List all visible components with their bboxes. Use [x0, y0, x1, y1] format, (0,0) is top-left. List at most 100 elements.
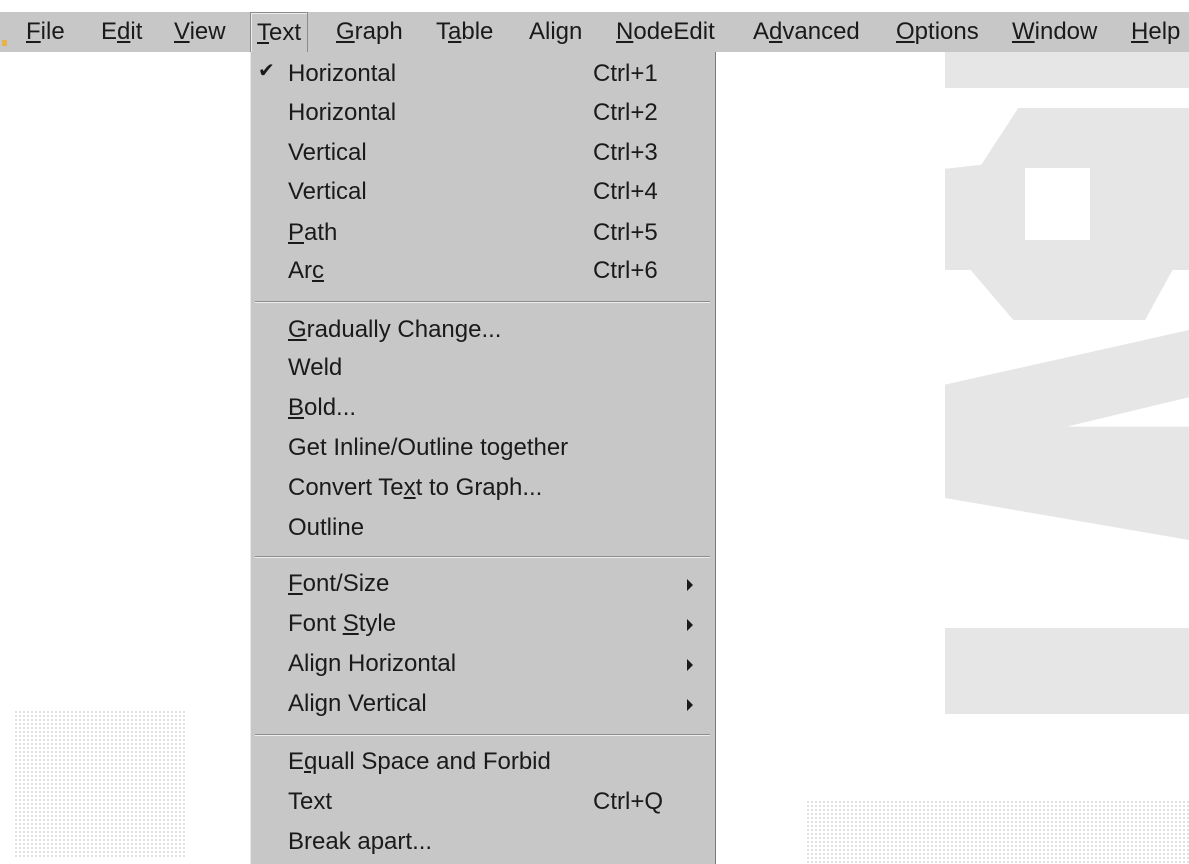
menu-item-label: Break apart...: [288, 828, 433, 855]
menu-align-label-post: n: [569, 18, 583, 45]
menu-table-label-pre: T: [436, 18, 448, 45]
menu-item-weld[interactable]: Weld: [251, 350, 715, 388]
menu-item-shortcut: Ctrl+2: [593, 99, 658, 126]
window-edge-accent: [2, 40, 7, 46]
menu-item-label: Horizontal: [288, 60, 397, 87]
decoration-shape-bar: [945, 628, 1189, 714]
menu-item-arc[interactable]: Arc Ctrl+6: [251, 253, 715, 291]
decoration-dots-right: [806, 800, 1189, 864]
menu-options[interactable]: Options: [890, 12, 985, 52]
menu-advanced-accelerator: d: [769, 18, 783, 45]
menu-item-text[interactable]: Text Ctrl+Q: [251, 784, 715, 822]
menu-item-label: Path: [288, 219, 338, 246]
menu-separator: [255, 734, 710, 736]
menu-table[interactable]: Table: [430, 12, 499, 52]
menu-item-shortcut: Ctrl+4: [593, 178, 658, 205]
menu-advanced[interactable]: Advanced: [747, 12, 866, 52]
menu-item-label: Bold...: [288, 394, 357, 421]
menu-item-shortcut: Ctrl+5: [593, 219, 658, 246]
menu-item-label: Convert Text to Graph...: [288, 474, 543, 501]
menu-file-accelerator: F: [26, 18, 41, 45]
menu-item-path[interactable]: Path Ctrl+5: [251, 215, 715, 253]
decoration-shape-top: [945, 52, 1189, 88]
menu-edit-accelerator: d: [117, 18, 131, 45]
menu-text-label-post: ext: [269, 19, 302, 46]
menu-item-label: Equall Space and Forbid: [288, 748, 551, 775]
menu-item-horizontal-1[interactable]: ✔ Horizontal Ctrl+1: [251, 56, 715, 94]
menu-item-shortcut: Ctrl+1: [593, 60, 658, 87]
menu-item-equal-space-forbid[interactable]: Equall Space and Forbid: [251, 744, 715, 782]
menu-item-label: Arc: [288, 257, 324, 284]
menu-table-label-post: ble: [461, 18, 494, 45]
menu-item-label: Font/Size: [288, 570, 390, 597]
menu-item-label: Text: [288, 788, 333, 815]
menu-bar: File Edit View Text Graph Table Align No…: [0, 12, 1189, 52]
menu-edit-label-pre: E: [101, 18, 118, 45]
menu-item-label: Vertical: [288, 139, 367, 166]
menu-item-break-apart[interactable]: Break apart...: [251, 824, 715, 862]
menu-align-accelerator: g: [555, 18, 570, 45]
menu-item-label: Weld: [288, 354, 343, 381]
submenu-arrow-icon: [687, 579, 693, 591]
menu-item-label: Gradually Change...: [288, 316, 502, 343]
menu-item-shortcut: Ctrl+6: [593, 257, 658, 284]
decoration-shape-s-lower: [945, 240, 1189, 320]
menu-options-label-post: ptions: [914, 18, 979, 45]
menu-advanced-label-post: vanced: [782, 18, 860, 45]
menu-table-accelerator: a: [448, 18, 462, 45]
menu-window[interactable]: Window: [1006, 12, 1103, 52]
menu-graph[interactable]: Graph: [330, 12, 409, 52]
menu-item-vertical-2[interactable]: Vertical Ctrl+4: [251, 174, 715, 212]
menu-help-accelerator: H: [1131, 18, 1149, 45]
menu-item-label: Align Horizontal: [288, 650, 457, 677]
menu-item-label: Get Inline/Outline together: [288, 434, 569, 461]
menu-edit-label-post: it: [130, 18, 143, 45]
menu-item-shortcut: Ctrl+3: [593, 139, 658, 166]
menu-view-accelerator: V: [174, 18, 190, 45]
menu-item-horizontal-2[interactable]: Horizontal Ctrl+2: [251, 95, 715, 133]
submenu-arrow-icon: [687, 619, 693, 631]
text-menu-dropdown: ✔ Horizontal Ctrl+1 Horizontal Ctrl+2 Ve…: [250, 52, 716, 864]
menu-window-label-post: indow: [1034, 18, 1098, 45]
menu-item-bold[interactable]: Bold...: [251, 390, 715, 428]
menu-nodeedit-label-post: odeEdit: [633, 18, 715, 45]
menu-text[interactable]: Text: [250, 12, 309, 52]
menu-item-shortcut: Ctrl+Q: [593, 788, 664, 815]
menu-item-label: Horizontal: [288, 99, 397, 126]
menu-item-align-horizontal[interactable]: Align Horizontal: [251, 646, 715, 684]
menu-file[interactable]: File: [20, 12, 71, 52]
menu-help[interactable]: Help: [1125, 12, 1186, 52]
menu-graph-accelerator: G: [336, 18, 355, 45]
decoration-dots-left: [14, 710, 186, 858]
menu-item-font-size[interactable]: Font/Size: [251, 566, 715, 604]
menu-item-gradually-change[interactable]: Gradually Change...: [251, 312, 715, 350]
menu-separator: [255, 556, 710, 558]
submenu-arrow-icon: [687, 699, 693, 711]
menu-view-label-post: iew: [189, 18, 226, 45]
menu-advanced-label-pre: A: [753, 18, 770, 45]
menu-item-align-vertical[interactable]: Align Vertical: [251, 686, 715, 724]
menu-item-convert-text-to-graph[interactable]: Convert Text to Graph...: [251, 470, 715, 508]
menu-align[interactable]: Align: [523, 12, 588, 52]
menu-item-label: Align Vertical: [288, 690, 427, 717]
menu-view[interactable]: View: [168, 12, 232, 52]
menu-edit[interactable]: Edit: [95, 12, 148, 52]
checkmark-icon: ✔: [258, 60, 275, 82]
menu-item-get-inline-outline[interactable]: Get Inline/Outline together: [251, 430, 715, 468]
menu-item-label: Font Style: [288, 610, 397, 637]
submenu-arrow-icon: [687, 659, 693, 671]
menu-item-label: Outline: [288, 514, 365, 541]
menu-item-font-style[interactable]: Font Style: [251, 606, 715, 644]
menu-window-accelerator: W: [1012, 18, 1035, 45]
menu-graph-label-post: raph: [354, 18, 403, 45]
menu-align-label-pre: Ali: [529, 18, 556, 45]
menu-text-accelerator: T: [257, 19, 269, 46]
menu-help-label-post: elp: [1148, 18, 1181, 45]
menu-options-accelerator: O: [896, 18, 915, 45]
menu-nodeedit-accelerator: N: [616, 18, 634, 45]
menu-file-label-post: ile: [40, 18, 65, 45]
menu-nodeedit[interactable]: NodeEdit: [610, 12, 721, 52]
menu-item-vertical-1[interactable]: Vertical Ctrl+3: [251, 135, 715, 173]
menu-item-outline[interactable]: Outline: [251, 510, 715, 548]
menu-separator: [255, 301, 710, 303]
